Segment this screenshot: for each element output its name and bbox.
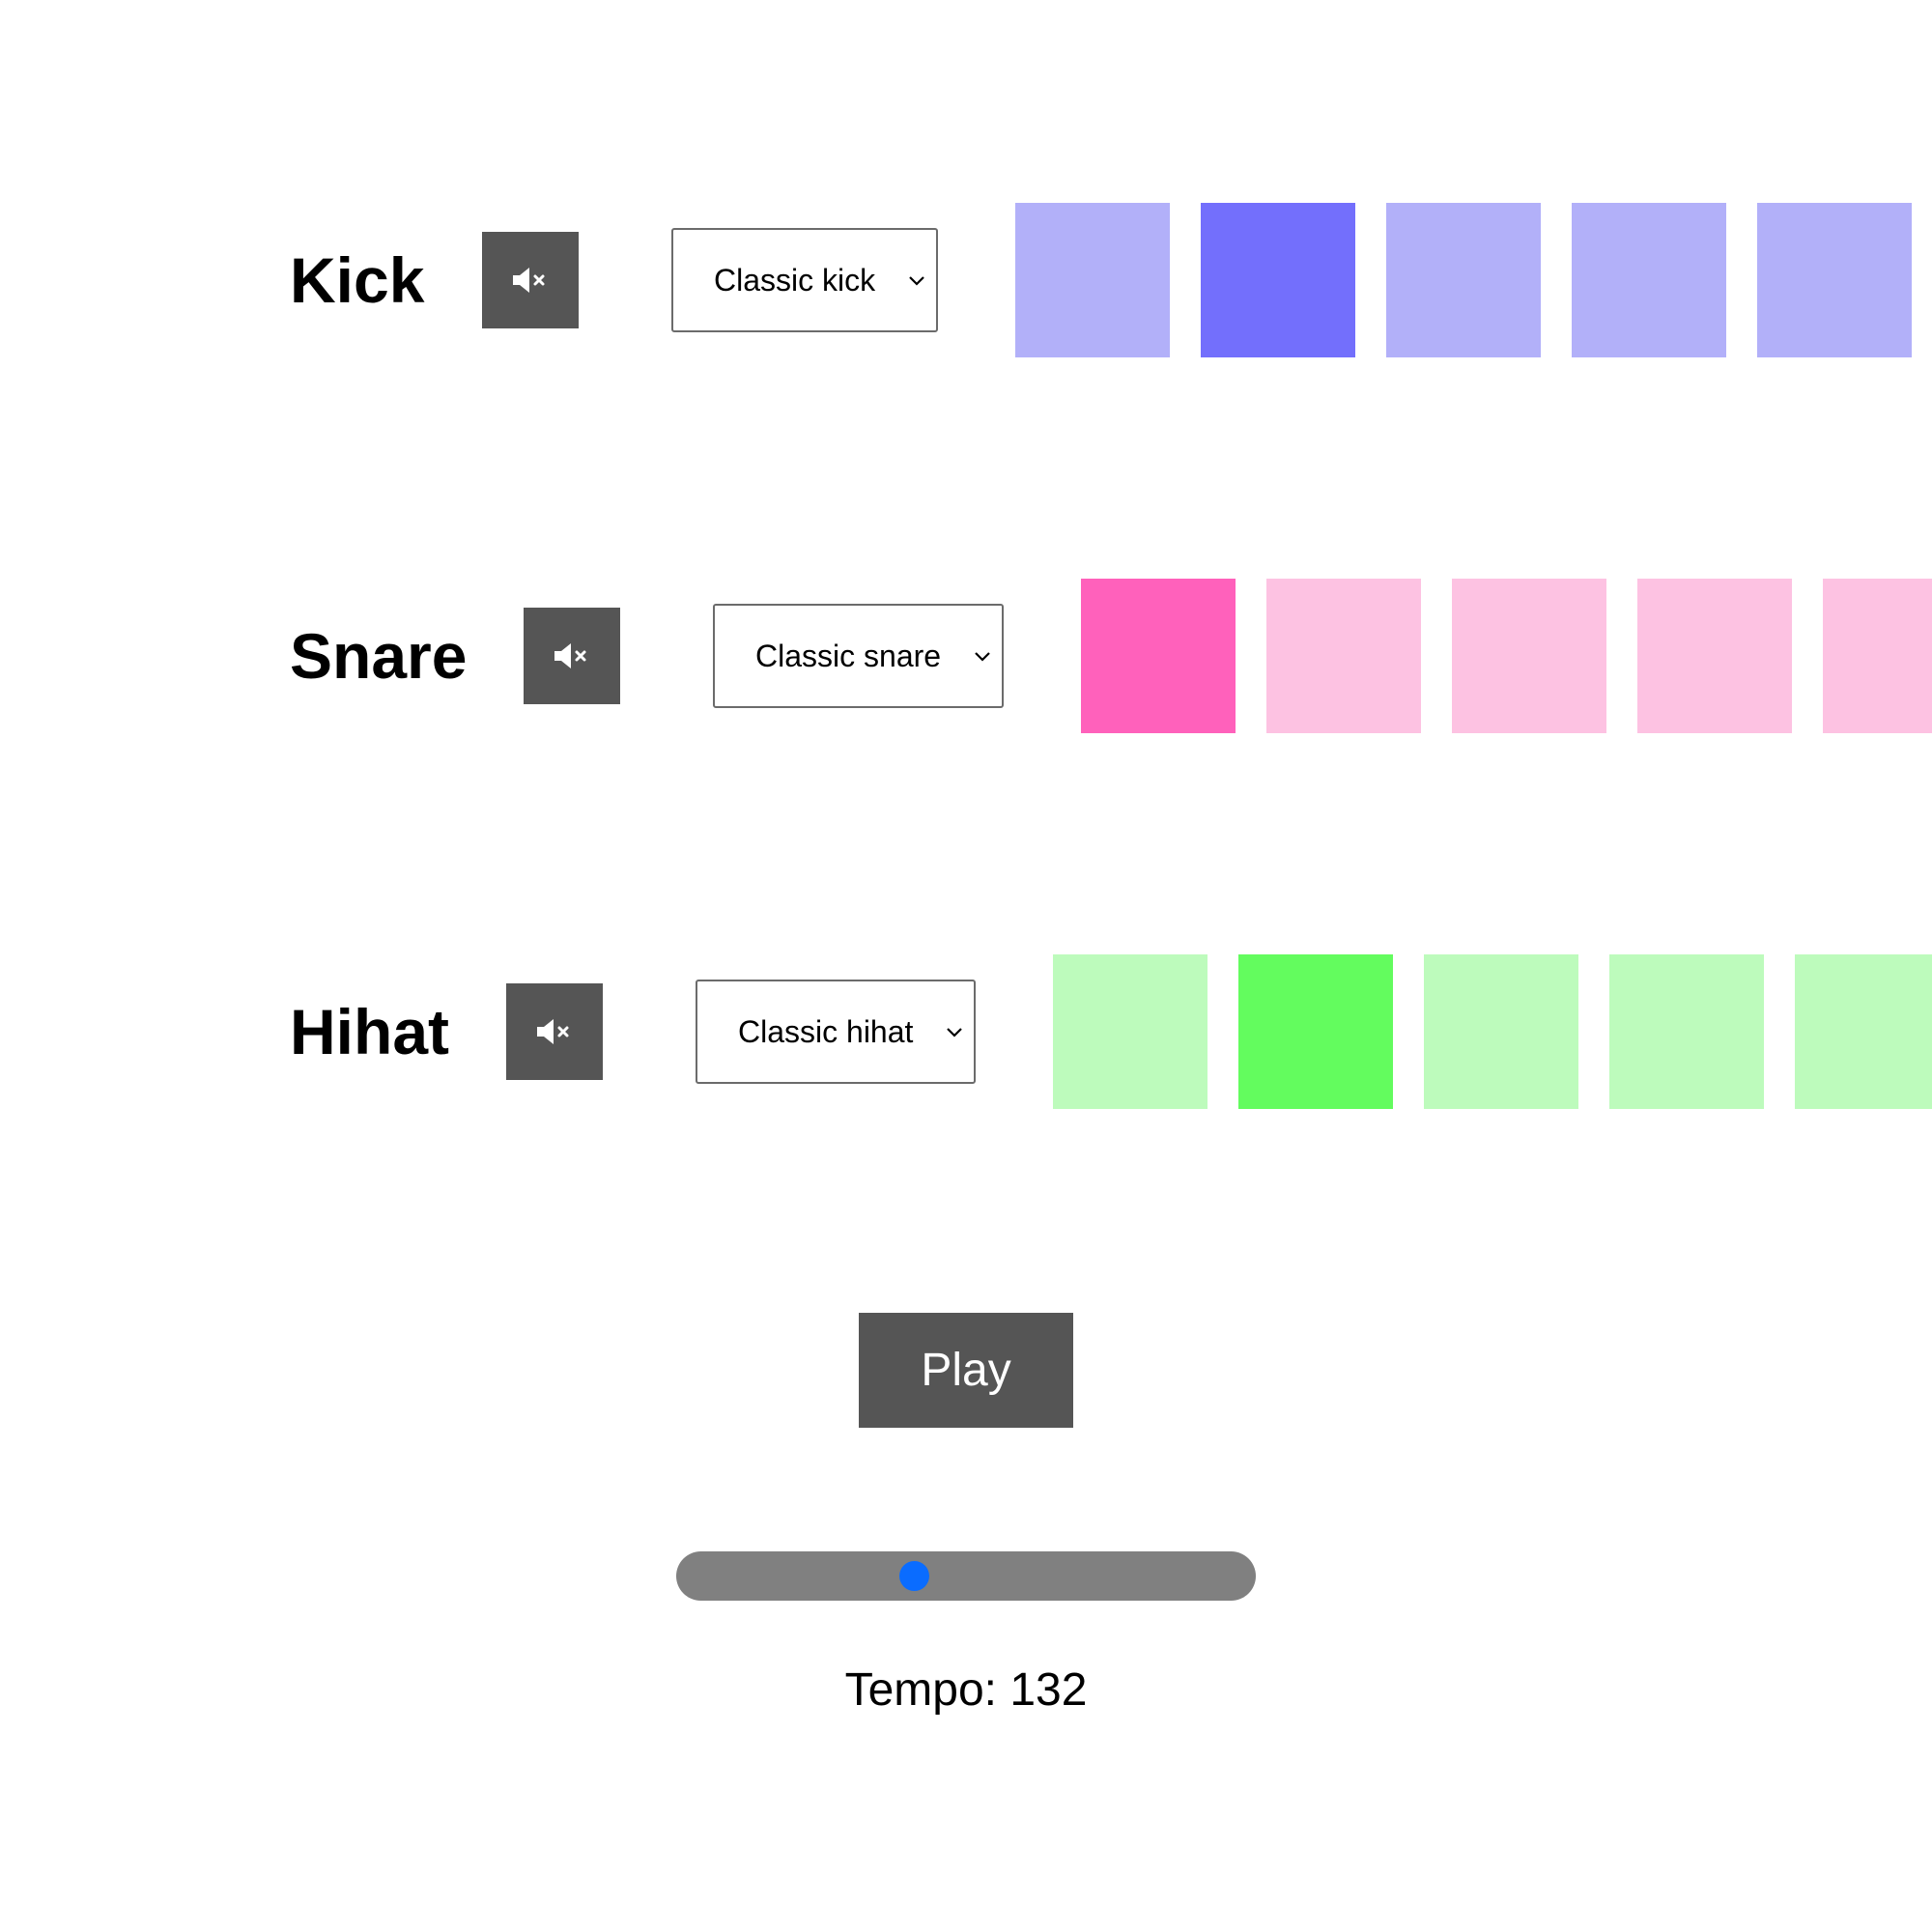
- step-pad-2[interactable]: [1238, 954, 1393, 1109]
- step-pad-3[interactable]: [1452, 579, 1606, 733]
- step-pad-1[interactable]: [1053, 954, 1208, 1109]
- step-pad-2[interactable]: [1201, 203, 1355, 357]
- step-pad-3[interactable]: [1424, 954, 1578, 1109]
- tempo-slider-thumb[interactable]: [898, 1561, 929, 1591]
- mute-button[interactable]: [482, 232, 579, 328]
- step-pad-5[interactable]: [1795, 954, 1932, 1109]
- speaker-muted-icon: [513, 268, 545, 293]
- step-pad-5[interactable]: [1823, 579, 1932, 733]
- speaker-muted-icon: [537, 1019, 569, 1044]
- chevron-down-icon: [947, 1028, 962, 1037]
- step-pad-2[interactable]: [1266, 579, 1421, 733]
- chevron-down-icon: [975, 652, 990, 662]
- track-row-snare: Snare Classic snare: [0, 579, 1932, 733]
- step-pad-4[interactable]: [1609, 954, 1764, 1109]
- step-pad-3[interactable]: [1386, 203, 1541, 357]
- track-label: Kick: [290, 244, 425, 316]
- mute-button[interactable]: [524, 608, 620, 704]
- step-pad-1[interactable]: [1081, 579, 1236, 733]
- track-label: Snare: [290, 620, 468, 692]
- track-row-hihat: Hihat Classic hihat: [0, 954, 1932, 1109]
- sample-select-value: Classic snare: [755, 638, 942, 673]
- sample-select[interactable]: Classic kick: [671, 228, 938, 332]
- mute-button[interactable]: [506, 983, 603, 1080]
- play-button[interactable]: Play: [859, 1313, 1073, 1428]
- step-pad-4[interactable]: [1572, 203, 1726, 357]
- step-pad-4[interactable]: [1637, 579, 1792, 733]
- chevron-down-icon: [909, 276, 924, 286]
- tempo-slider[interactable]: [676, 1551, 1256, 1601]
- sample-select[interactable]: Classic snare: [713, 604, 1004, 708]
- sample-select[interactable]: Classic hihat: [696, 980, 976, 1084]
- sample-select-value: Classic kick: [714, 262, 876, 298]
- track-label: Hihat: [290, 996, 449, 1067]
- sample-select-value: Classic hihat: [738, 1013, 914, 1049]
- step-pad-1[interactable]: [1015, 203, 1170, 357]
- tempo-readout: Tempo: 132: [844, 1664, 1088, 1716]
- speaker-muted-icon: [554, 643, 586, 668]
- step-pad-5[interactable]: [1757, 203, 1912, 357]
- track-row-kick: Kick Classic kick: [0, 203, 1932, 357]
